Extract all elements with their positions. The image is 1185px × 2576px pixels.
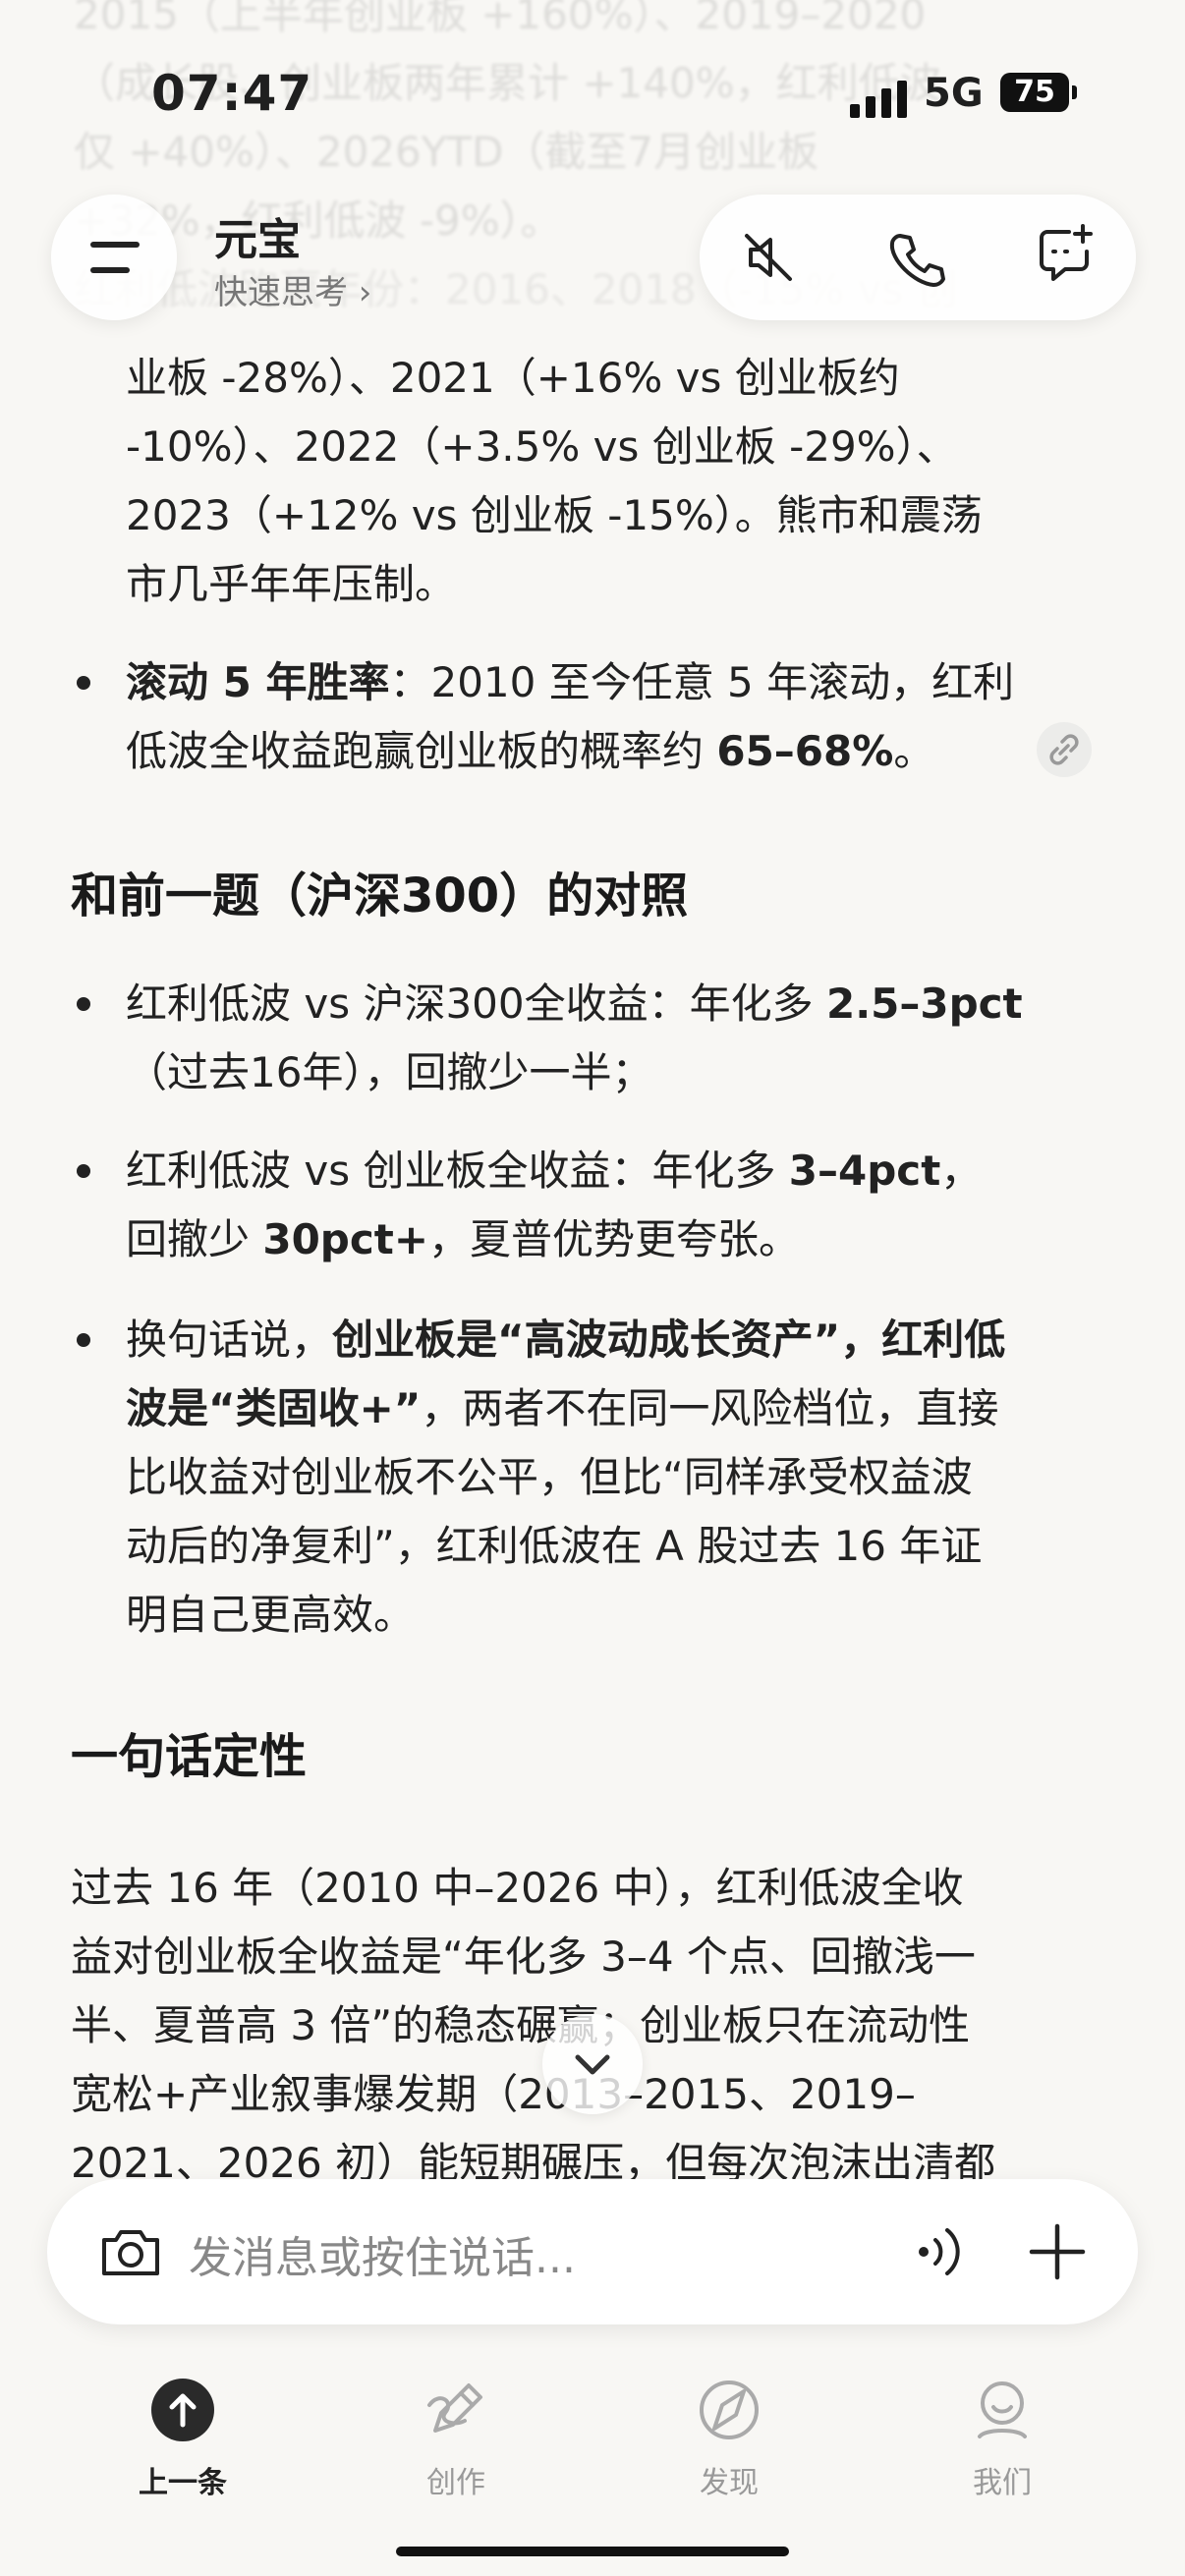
tab-create[interactable]: 创作: [377, 2376, 535, 2501]
status-bar: 07:47 5G 75: [0, 59, 1185, 138]
voice-icon[interactable]: [912, 2220, 971, 2283]
menu-icon: [90, 242, 140, 248]
header-actions: [700, 195, 1136, 320]
compass-icon: [695, 2376, 763, 2444]
up-arrow-icon: [148, 2376, 217, 2444]
mute-icon[interactable]: [739, 228, 798, 287]
battery-icon: 75: [1000, 73, 1077, 112]
message-input-bar[interactable]: 发消息或按住说话...: [47, 2179, 1138, 2324]
tab-us[interactable]: 我们: [924, 2376, 1081, 2501]
paragraph-years: 业板 -28%）、2021（+16% vs 创业板约 -10%）、2022（+3…: [126, 354, 983, 608]
section-heading-summary: 一句话定性: [71, 1729, 308, 1784]
phone-icon[interactable]: [886, 228, 945, 287]
tab-previous[interactable]: 上一条: [104, 2376, 261, 2501]
section-heading-compare: 和前一题（沪深300）的对照: [71, 868, 689, 924]
camera-icon[interactable]: [96, 2218, 165, 2287]
bullet-dot: [77, 1333, 90, 1347]
bullet-dot: [77, 1164, 90, 1178]
menu-button[interactable]: [51, 195, 177, 320]
plus-icon[interactable]: [1028, 2222, 1087, 2281]
paragraph-summary: 过去 16 年（2010 中–2026 中），红利低波全收 益对创业板全收益是“…: [71, 1864, 996, 2187]
signal-icon: [850, 79, 909, 118]
chevron-down-icon: [575, 2054, 610, 2075]
pen-icon: [422, 2376, 490, 2444]
scroll-down-button[interactable]: [542, 2014, 643, 2114]
mode-selector[interactable]: 快速思考 ›: [214, 265, 371, 313]
message-input[interactable]: 发消息或按住说话...: [189, 2222, 576, 2285]
list-item-compare-1: 红利低波 vs 沪深300全收益：年化多 2.5–3pct （过去16年），回撤…: [126, 980, 1023, 1096]
status-time: 07:47: [151, 65, 313, 122]
new-chat-icon[interactable]: [1034, 222, 1093, 281]
list-item-compare-3: 换句话说，创业板是“高波动成长资产”，红利低 波是“类固收+”，两者不在同一风险…: [126, 1316, 1006, 1639]
list-item-rolling: 滚动 5 年胜率：2010 至今任意 5 年滚动，红利 低波全收益跑赢创业板的概…: [126, 658, 1015, 775]
assistant-name: 元宝: [214, 215, 301, 265]
bullet-dot: [77, 676, 90, 690]
person-icon: [968, 2376, 1037, 2444]
tab-bar: 上一条 创作 发现 我们: [0, 2358, 1185, 2576]
bullet-dot: [77, 997, 90, 1011]
link-icon[interactable]: [1037, 722, 1092, 777]
home-indicator: [396, 2547, 789, 2556]
tab-discover[interactable]: 发现: [650, 2376, 808, 2501]
list-item-compare-2: 红利低波 vs 创业板全收益：年化多 3–4pct， 回撤少 30pct+，夏普…: [126, 1147, 983, 1263]
network-label: 5G: [924, 71, 984, 116]
